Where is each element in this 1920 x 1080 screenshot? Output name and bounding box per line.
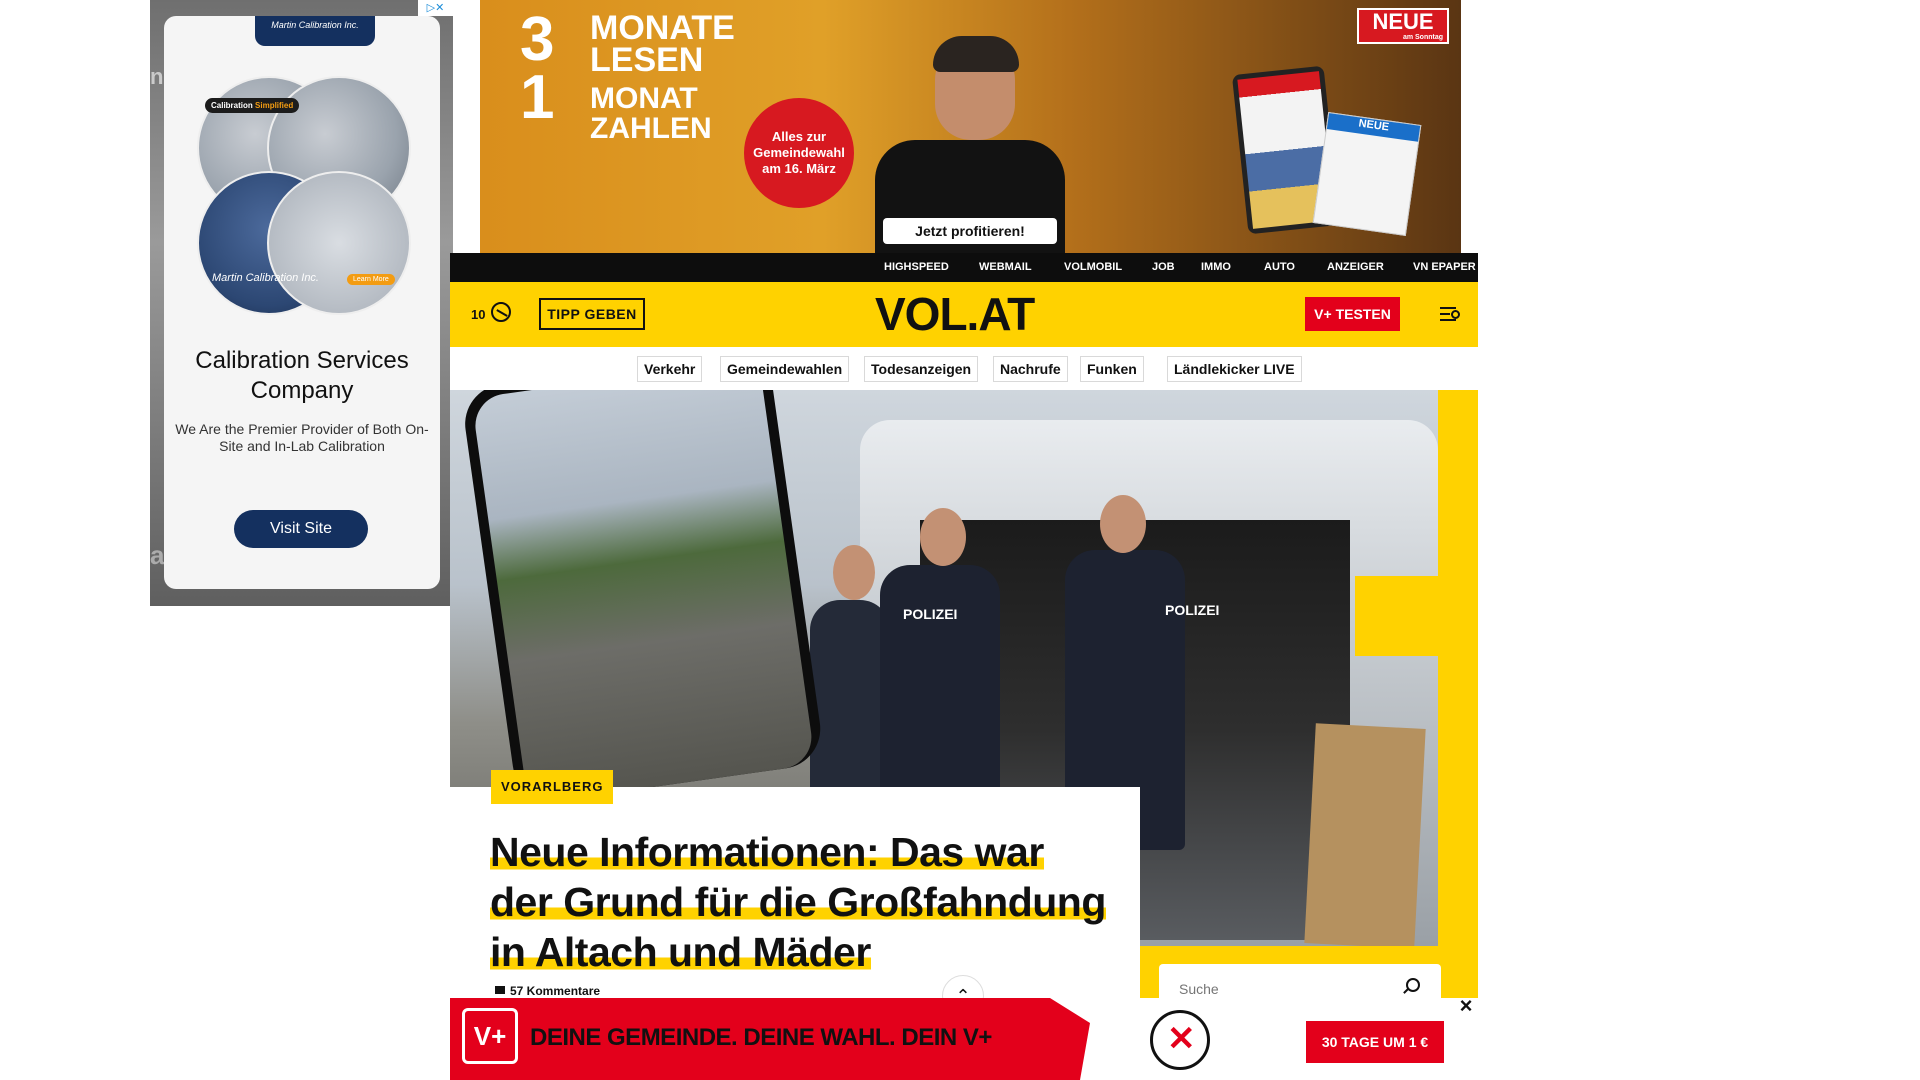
ballot-icon: ✕	[1150, 1010, 1210, 1070]
topic-todesanzeigen[interactable]: Todesanzeigen	[864, 356, 979, 382]
officer-uniform-label: POLIZEI	[903, 606, 958, 622]
promo-newspaper-image: NEUE	[1312, 112, 1422, 236]
neue-brand-logo: NEUE am Sonntag	[1357, 8, 1449, 44]
comment-count[interactable]: 57 Kommentare	[510, 984, 600, 998]
vplus-logo: V+	[462, 1008, 518, 1064]
ad-visit-site-button[interactable]: Visit Site	[234, 510, 368, 548]
bank-sign	[1355, 576, 1438, 656]
service-link-vn-epaper[interactable]: VN EPAPER	[1413, 253, 1476, 282]
search-input[interactable]	[1177, 980, 1401, 998]
neue-logo-subtext: am Sonntag	[1402, 34, 1443, 41]
banner-slogan: DEINE GEMEINDE. DEINE WAHL. DEIN V+	[530, 1024, 992, 1051]
service-link-job[interactable]: JOB	[1152, 253, 1175, 282]
topic-nachrufe[interactable]: Nachrufe	[993, 356, 1068, 382]
promo-text-monate-lesen: MONATE LESEN	[590, 9, 735, 79]
article-teaser[interactable]: VORARLBERG Neue Informationen: Das war d…	[450, 770, 1140, 1017]
vplus-testen-button[interactable]: V+ TESTEN	[1305, 297, 1400, 331]
ad-photo-label-prefix: Calibration	[211, 101, 253, 110]
service-link-highspeed[interactable]: HIGHSPEED	[884, 253, 949, 282]
hero-side-accent	[1438, 390, 1478, 946]
officer-3-head	[1100, 495, 1146, 553]
ad-photo-label-suffix: Simplified	[255, 101, 294, 110]
site-logo[interactable]: VOL.AT	[875, 289, 1035, 339]
headline-line-2: der Grund für die Großfahndung	[490, 879, 1106, 925]
ad-learn-more[interactable]: Learn More	[347, 274, 395, 285]
promo-number-1: 1	[520, 63, 555, 132]
main-header: 10 TIPP GEBEN VOL.AT V+ TESTEN	[450, 282, 1478, 347]
side-advertisement[interactable]: n alibra ▷✕ Martin Calibration Inc. Cali…	[150, 0, 453, 606]
service-link-immo[interactable]: IMMO	[1201, 253, 1231, 282]
service-link-webmail[interactable]: WEBMAIL	[979, 253, 1032, 282]
menu-search-icon[interactable]	[1440, 305, 1462, 323]
officer-2-head	[920, 508, 966, 566]
promo-cta-button[interactable]: Jetzt profitieren!	[883, 218, 1057, 244]
category-tag[interactable]: VORARLBERG	[491, 770, 614, 804]
headline-line-1: Neue Informationen: Das war	[490, 829, 1044, 875]
ad-photo-device	[267, 171, 411, 315]
adchoices-icon[interactable]: ▷✕	[418, 0, 453, 16]
service-link-volmobil[interactable]: VOLMOBIL	[1064, 253, 1122, 282]
neue-logo-text: NEUE	[1372, 9, 1434, 34]
ad-headline: Calibration Services Company	[195, 347, 409, 404]
ad-card[interactable]: Martin Calibration Inc. Calibration Simp…	[164, 16, 440, 589]
ad-background-text-top: n	[150, 64, 164, 89]
topic-navigation: Verkehr Gemeindewahlen Todesanzeigen Nac…	[450, 347, 1478, 390]
smartphone-overlay	[460, 390, 826, 806]
promo-text-monat-zahlen: MONAT ZAHLEN	[590, 82, 712, 145]
headline-line-3: in Altach und Mäder	[490, 929, 871, 975]
topic-gemeindewahlen[interactable]: Gemeindewahlen	[720, 356, 850, 382]
promo-election-badge: Alles zur Gemeindewahl am 16. März	[744, 98, 854, 208]
tipp-geben-button[interactable]: TIPP GEBEN	[539, 298, 645, 330]
search-icon[interactable]	[1406, 978, 1420, 992]
topic-laendlekicker-live[interactable]: Ländlekicker LIVE	[1167, 356, 1302, 382]
service-link-anzeiger[interactable]: ANZEIGER	[1327, 253, 1384, 282]
newspaper-masthead: NEUE	[1326, 113, 1421, 142]
ad-photo-caption: Martin Calibration Inc.	[212, 272, 319, 284]
weather-temperature[interactable]: 10	[471, 307, 485, 322]
ad-company-logo: Martin Calibration Inc.	[255, 16, 375, 46]
bottom-sticky-banner[interactable]: V+ DEINE GEMEINDE. DEINE WAHL. DEIN V+ ✕…	[450, 995, 1478, 1080]
service-navigation: HIGHSPEED WEBMAIL VOLMOBIL JOB IMMO AUTO…	[450, 253, 1478, 282]
ad-photo-collage: Calibration Simplified Martin Calibratio…	[197, 76, 411, 315]
topic-funken[interactable]: Funken	[1080, 356, 1144, 382]
close-icon[interactable]: ×	[1458, 995, 1474, 1017]
service-link-auto[interactable]: AUTO	[1264, 253, 1295, 282]
banner-cta-button[interactable]: 30 TAGE UM 1 €	[1306, 1021, 1444, 1063]
promo-number-3: 3	[520, 5, 555, 74]
paper-bag	[1304, 723, 1426, 946]
weather-icon[interactable]	[491, 302, 511, 322]
article-headline[interactable]: Neue Informationen: Das war der Grund fü…	[490, 827, 1130, 977]
topic-verkehr[interactable]: Verkehr	[637, 356, 703, 382]
ad-photo-label: Calibration Simplified	[205, 98, 300, 113]
officer-uniform-label: POLIZEI	[1165, 602, 1220, 618]
comment-icon	[495, 986, 505, 994]
officer-1-head	[833, 545, 875, 600]
ad-subtext: We Are the Premier Provider of Both On-S…	[175, 421, 429, 454]
top-banner-ad[interactable]: 3 MONATE LESEN 1 MONAT ZAHLEN Alles zur …	[480, 0, 1461, 253]
